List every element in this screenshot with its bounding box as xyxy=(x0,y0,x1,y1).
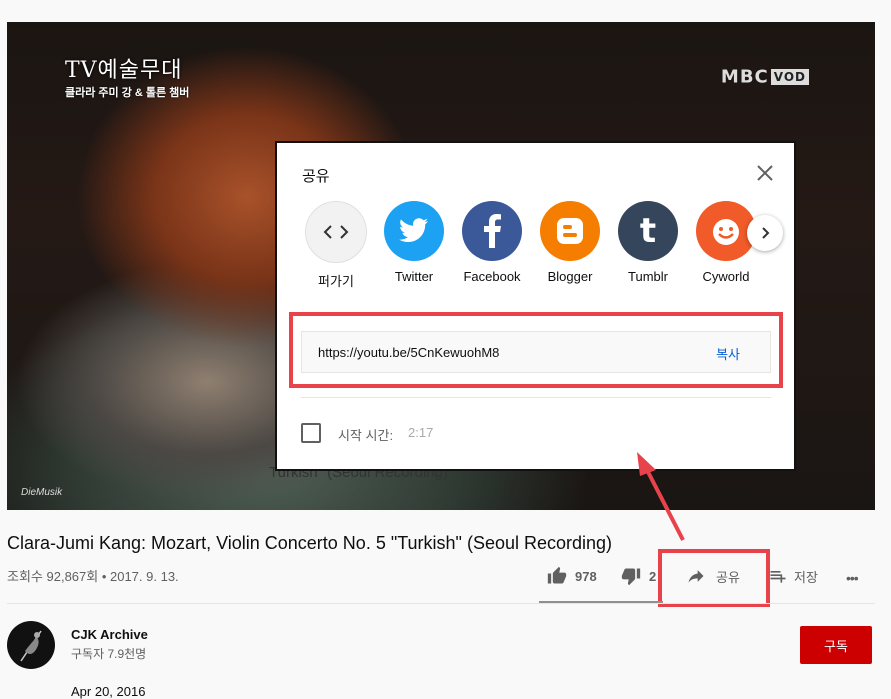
share-tumblr[interactable]: t Tumblr xyxy=(608,201,688,284)
dislike-count: 2 xyxy=(649,568,657,584)
avatar[interactable] xyxy=(7,621,55,669)
embed-icon xyxy=(305,201,367,263)
like-count: 978 xyxy=(575,568,597,584)
thumbs-up-icon xyxy=(547,566,567,584)
subscribe-button[interactable]: 구독 xyxy=(800,626,872,664)
share-dialog-title: 공유 xyxy=(302,168,330,185)
playlist-add-icon xyxy=(770,571,786,583)
share-button[interactable]: 공유 xyxy=(686,566,740,586)
video-meta: 조회수 92,867회 • 2017. 9. 13. xyxy=(7,569,179,584)
broadcaster-logo: MBC VOD xyxy=(721,66,809,88)
save-button[interactable]: 저장 xyxy=(768,566,818,586)
channel-name[interactable]: CJK Archive xyxy=(71,627,148,642)
more-options-button[interactable]: ••• xyxy=(846,570,859,586)
share-label: Tumblr xyxy=(628,269,668,284)
watermark: DieMusik xyxy=(21,487,63,498)
divider xyxy=(7,603,875,604)
blogger-icon xyxy=(540,201,600,261)
share-dialog: 공유 퍼가기 Twitter Facebook Blogger t Tumblr xyxy=(277,143,794,469)
broadcaster-badge: VOD xyxy=(770,69,809,85)
overlay-title: TV예술무대 xyxy=(65,58,183,83)
share-label: Blogger xyxy=(547,269,593,284)
share-blogger[interactable]: Blogger xyxy=(530,201,610,284)
share-label: Twitter xyxy=(394,269,434,284)
share-button-label: 공유 xyxy=(716,569,740,585)
chevron-right-icon xyxy=(762,227,770,239)
video-title: Clara-Jumi Kang: Mozart, Violin Concerto… xyxy=(7,533,613,553)
tumblr-icon: t xyxy=(618,201,678,261)
share-facebook[interactable]: Facebook xyxy=(452,201,532,284)
broadcaster-name: MBC xyxy=(720,66,769,88)
save-button-label: 저장 xyxy=(794,569,818,585)
description-date: Apr 20, 2016 xyxy=(71,684,146,699)
share-twitter[interactable]: Twitter xyxy=(374,201,454,284)
dislike-button[interactable]: 2 xyxy=(621,566,656,586)
share-embed[interactable]: 퍼가기 xyxy=(296,201,376,290)
divider xyxy=(301,397,771,398)
facebook-icon xyxy=(462,201,522,261)
more-options-icon: ••• xyxy=(846,570,859,586)
share-label: 퍼가기 xyxy=(318,274,354,289)
start-time-value[interactable]: 2:17 xyxy=(408,425,433,440)
start-time-label: 시작 시간: xyxy=(338,428,394,443)
share-arrow-icon xyxy=(688,570,704,583)
subscriber-count: 구독자 7.9천명 xyxy=(71,647,147,661)
start-time-checkbox[interactable] xyxy=(301,423,321,443)
next-share-button[interactable] xyxy=(747,215,783,251)
like-button[interactable]: 978 xyxy=(547,566,597,586)
thumbs-down-icon xyxy=(621,568,641,586)
highlight-url-box xyxy=(289,312,783,388)
share-label: Cyworld xyxy=(702,269,750,284)
share-label: Facebook xyxy=(463,269,521,284)
close-icon[interactable] xyxy=(753,161,777,185)
overlay-subtitle: 클라라 주미 강 & 톨른 챔버 xyxy=(65,87,190,99)
twitter-icon xyxy=(384,201,444,261)
